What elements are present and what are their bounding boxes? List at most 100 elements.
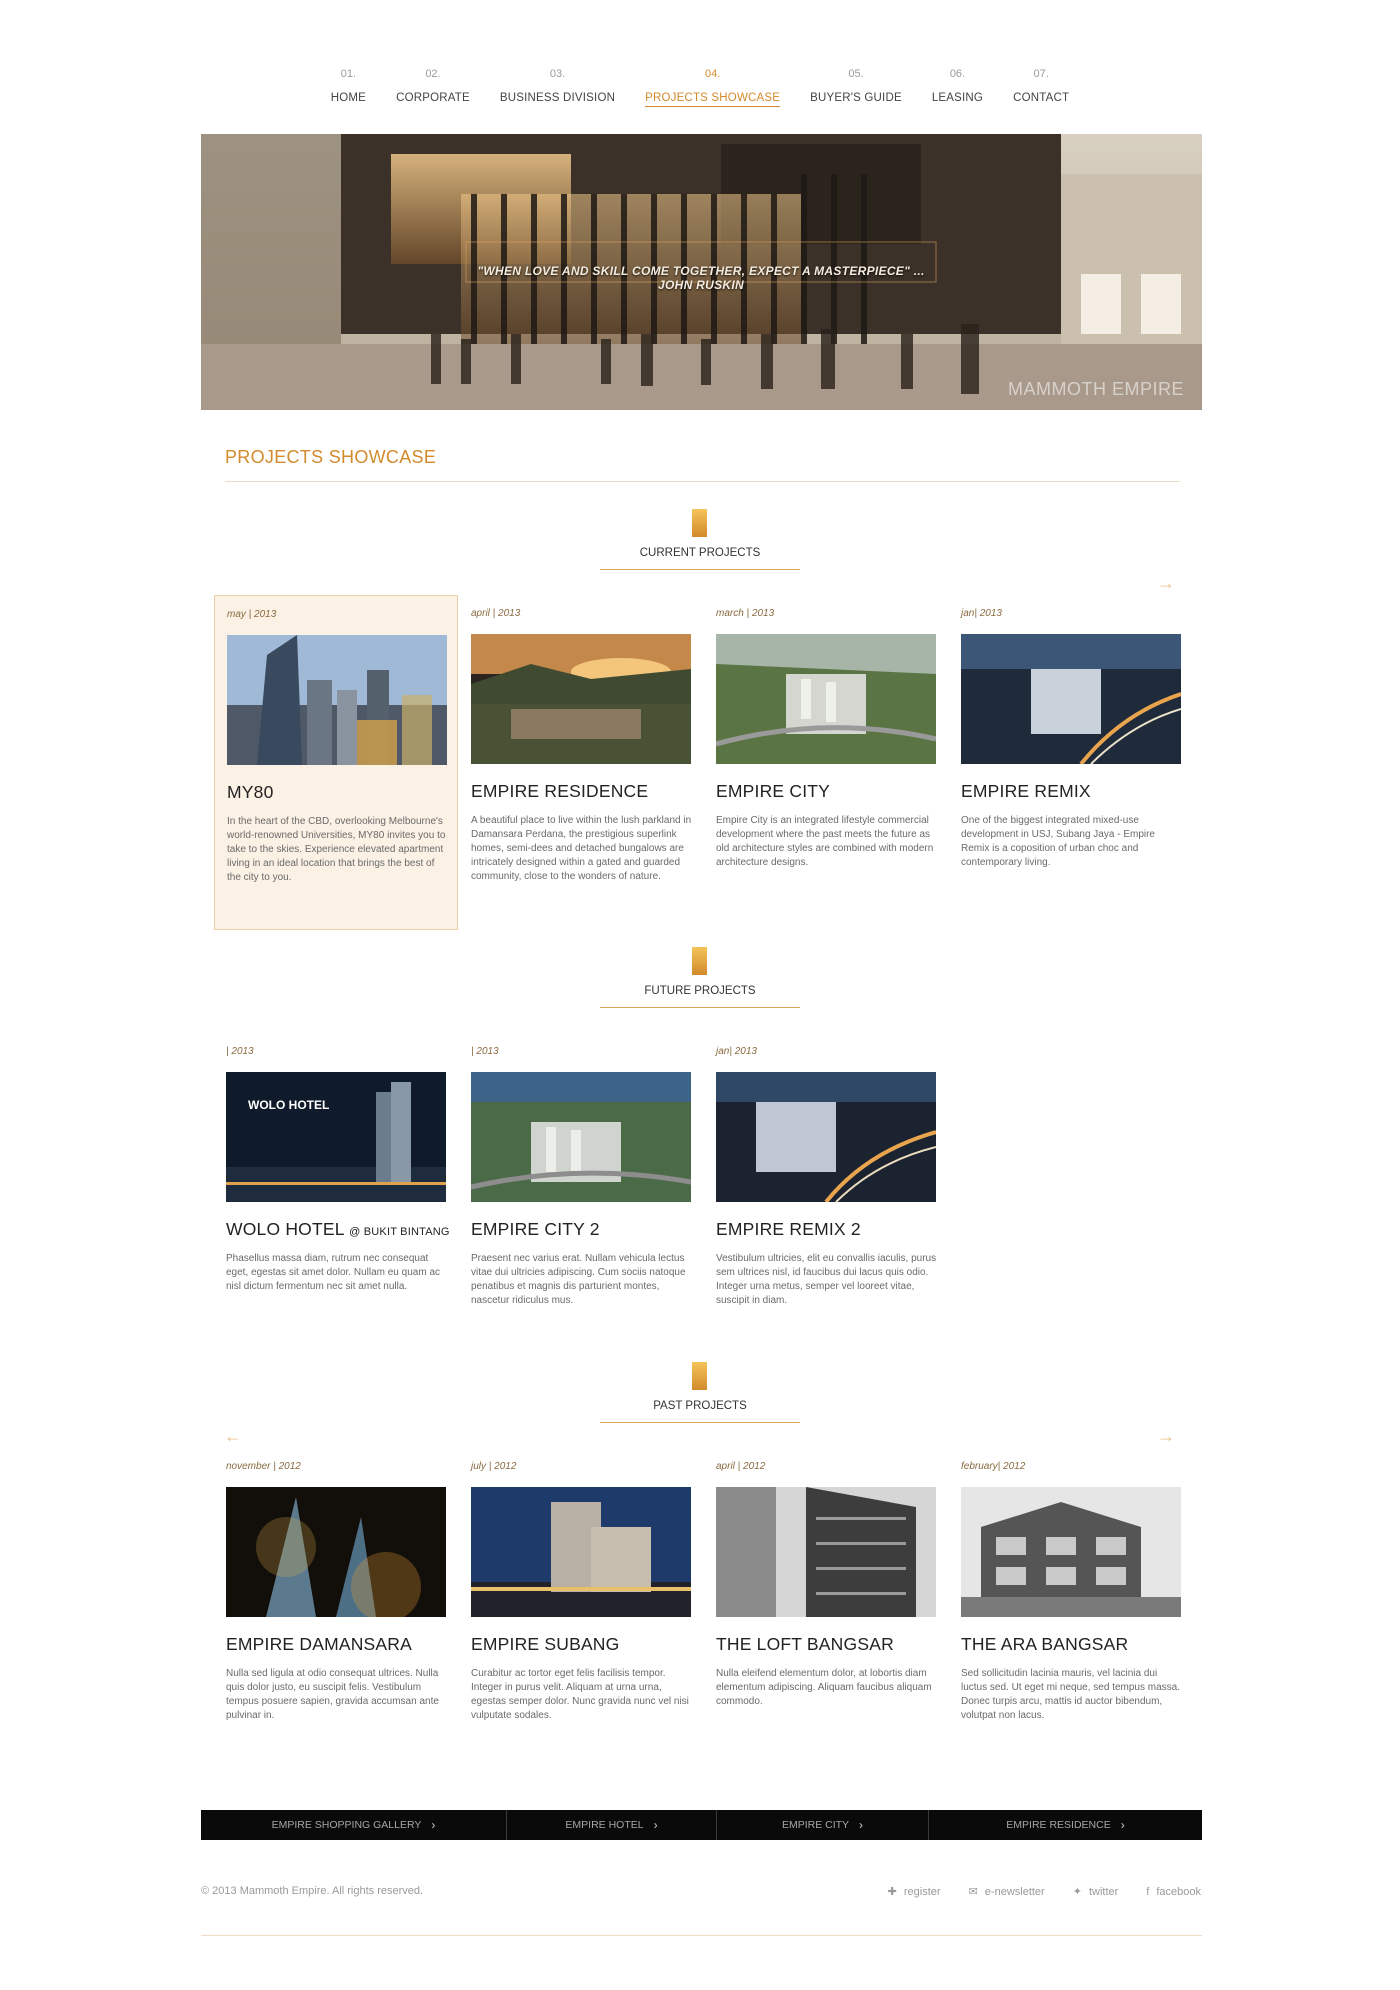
footer-link-label[interactable]: EMPIRE RESIDENCE bbox=[1006, 1819, 1110, 1831]
nav-label[interactable]: CORPORATE bbox=[396, 92, 470, 106]
project-image[interactable] bbox=[961, 1487, 1181, 1617]
prev-arrow-icon[interactable]: ← bbox=[224, 1426, 242, 1447]
project-image[interactable] bbox=[716, 634, 936, 764]
project-date: | 2013 bbox=[471, 1046, 499, 1057]
project-title[interactable]: THE LOFT BANGSAR bbox=[716, 1634, 894, 1655]
project-image[interactable] bbox=[471, 1072, 691, 1202]
project-title-text[interactable]: WOLO HOTEL bbox=[226, 1219, 344, 1239]
nav-item-home[interactable]: 01. HOME bbox=[331, 68, 366, 107]
project-image[interactable] bbox=[961, 634, 1181, 764]
footer-link-label[interactable]: EMPIRE CITY bbox=[782, 1819, 849, 1831]
twitter-link[interactable]: ✦ twitter bbox=[1073, 1885, 1119, 1899]
project-description: Praesent nec varius erat. Nullam vehicul… bbox=[471, 1253, 686, 1306]
project-title[interactable]: EMPIRE RESIDENCE bbox=[471, 781, 648, 802]
project-title-text[interactable]: THE LOFT BANGSAR bbox=[716, 1634, 894, 1654]
project-title-text[interactable]: EMPIRE REMIX 2 bbox=[716, 1219, 861, 1239]
project-image[interactable] bbox=[716, 1072, 936, 1202]
social-label[interactable]: register bbox=[904, 1886, 941, 1898]
project-title[interactable]: MY80 bbox=[227, 782, 274, 803]
project-title[interactable]: EMPIRE REMIX 2 bbox=[716, 1219, 861, 1240]
divider bbox=[600, 569, 800, 570]
project-title-text[interactable]: MY80 bbox=[227, 782, 274, 802]
nav-label[interactable]: CONTACT bbox=[1013, 92, 1069, 106]
footer-link-label[interactable]: EMPIRE HOTEL bbox=[565, 1819, 643, 1831]
project-card-empire-remix[interactable]: jan| 2013 EMPIRE REMIX One of the bigges… bbox=[949, 595, 1193, 930]
project-card-the-loft-bangsar[interactable]: april | 2012 THE LOFT BANGSAR Nulla elei… bbox=[704, 1448, 948, 1783]
nav-item-corporate[interactable]: 02. CORPORATE bbox=[396, 68, 470, 107]
project-title[interactable]: EMPIRE DAMANSARA bbox=[226, 1634, 412, 1655]
section-marker bbox=[692, 947, 707, 975]
project-date: november | 2012 bbox=[226, 1461, 301, 1472]
nav-item-buyers-guide[interactable]: 05. BUYER'S GUIDE bbox=[810, 68, 902, 107]
project-card-empire-city-2[interactable]: | 2013 EMPIRE CITY 2 Praesent nec varius… bbox=[459, 1033, 703, 1368]
project-title-text[interactable]: THE ARA BANGSAR bbox=[961, 1634, 1128, 1654]
nav-label[interactable]: BUYER'S GUIDE bbox=[810, 92, 902, 106]
project-title-text[interactable]: EMPIRE SUBANG bbox=[471, 1634, 619, 1654]
project-card-my80[interactable]: may | 2013 MY80 In the heart of the CBD,… bbox=[214, 595, 458, 930]
project-image[interactable] bbox=[471, 634, 691, 764]
project-title[interactable]: EMPIRE SUBANG bbox=[471, 1634, 619, 1655]
main-nav: 01. HOME 02. CORPORATE 03. BUSINESS DIVI… bbox=[0, 68, 1400, 107]
project-title-text[interactable]: EMPIRE REMIX bbox=[961, 781, 1091, 801]
nav-label[interactable]: PROJECTS SHOWCASE bbox=[645, 92, 781, 107]
project-image[interactable] bbox=[716, 1487, 936, 1617]
project-date: jan| 2013 bbox=[961, 608, 1002, 619]
project-image[interactable] bbox=[227, 635, 447, 765]
project-image[interactable] bbox=[471, 1487, 691, 1617]
nav-label[interactable]: HOME bbox=[331, 92, 366, 106]
project-title[interactable]: EMPIRE CITY bbox=[716, 781, 830, 802]
bw-building-image bbox=[716, 1487, 936, 1617]
nav-item-contact[interactable]: 07. CONTACT bbox=[1013, 68, 1069, 107]
nav-item-business-division[interactable]: 03. BUSINESS DIVISION bbox=[500, 68, 615, 107]
nav-item-projects-showcase[interactable]: 04. PROJECTS SHOWCASE bbox=[645, 68, 781, 107]
project-date: february| 2012 bbox=[961, 1461, 1026, 1472]
chevron-right-icon: › bbox=[653, 1818, 658, 1832]
project-title-text[interactable]: EMPIRE CITY bbox=[716, 781, 830, 801]
register-link[interactable]: ✚ register bbox=[888, 1885, 941, 1899]
project-date: april | 2013 bbox=[471, 608, 521, 619]
next-arrow-icon[interactable]: → bbox=[1157, 573, 1175, 594]
footer-link-empire-hotel[interactable]: EMPIRE HOTEL › bbox=[507, 1810, 717, 1840]
project-title[interactable]: WOLO HOTEL @ BUKIT BINTANG bbox=[226, 1219, 450, 1240]
night-towers-image bbox=[226, 1487, 446, 1617]
facebook-link[interactable]: f facebook bbox=[1146, 1885, 1201, 1898]
project-description: Phasellus massa diam, rutrum nec consequ… bbox=[226, 1253, 441, 1292]
divider bbox=[225, 481, 1180, 482]
project-card-empire-remix-2[interactable]: jan| 2013 EMPIRE REMIX 2 Vestibulum ultr… bbox=[704, 1033, 948, 1368]
project-date: jan| 2013 bbox=[716, 1046, 757, 1057]
footer-link-label[interactable]: EMPIRE SHOPPING GALLERY bbox=[272, 1819, 422, 1831]
nav-label[interactable]: LEASING bbox=[932, 92, 983, 106]
project-title-text[interactable]: EMPIRE RESIDENCE bbox=[471, 781, 648, 801]
e-newsletter-link[interactable]: ✉ e-newsletter bbox=[969, 1885, 1045, 1899]
nav-number: 04. bbox=[704, 68, 721, 80]
project-card-empire-damansara[interactable]: november | 2012 EMPIRE DAMANSARA Nulla s… bbox=[214, 1448, 458, 1783]
project-card-empire-city[interactable]: march | 2013 EMPIRE CITY Empire City is … bbox=[704, 595, 948, 930]
project-card-the-ara-bangsar[interactable]: february| 2012 THE ARA BANGSAR Sed solli… bbox=[949, 1448, 1193, 1783]
hotel-sign: WOLO HOTEL bbox=[248, 1098, 329, 1112]
nav-label[interactable]: BUSINESS DIVISION bbox=[500, 92, 615, 106]
bw-residence-image bbox=[961, 1487, 1181, 1617]
nav-item-leasing[interactable]: 06. LEASING bbox=[932, 68, 983, 107]
project-title-text[interactable]: EMPIRE CITY 2 bbox=[471, 1219, 600, 1239]
social-links: ✚ register ✉ e-newsletter ✦ twitter f facebo… bbox=[888, 1885, 1201, 1899]
chevron-right-icon: › bbox=[859, 1818, 864, 1832]
social-label[interactable]: twitter bbox=[1089, 1886, 1118, 1898]
project-title[interactable]: EMPIRE CITY 2 bbox=[471, 1219, 600, 1240]
project-card-empire-residence[interactable]: april | 2013 EMPIRE RESIDENCE A beautifu… bbox=[459, 595, 703, 930]
footer-link-empire-shopping-gallery[interactable]: EMPIRE SHOPPING GALLERY › bbox=[201, 1810, 507, 1840]
project-image[interactable] bbox=[226, 1487, 446, 1617]
footer-link-empire-residence[interactable]: EMPIRE RESIDENCE › bbox=[929, 1810, 1202, 1840]
project-title-text[interactable]: EMPIRE DAMANSARA bbox=[226, 1634, 412, 1654]
copyright-text: © 2013 Mammoth Empire. All rights reserv… bbox=[201, 1885, 424, 1897]
project-title[interactable]: EMPIRE REMIX bbox=[961, 781, 1091, 802]
social-label[interactable]: e-newsletter bbox=[985, 1886, 1045, 1898]
project-card-wolo-hotel[interactable]: | 2013 WOLO HOTEL WOLO HOTEL @ BUKIT BIN… bbox=[214, 1033, 458, 1368]
social-label[interactable]: facebook bbox=[1156, 1886, 1201, 1898]
chevron-right-icon: › bbox=[1120, 1818, 1125, 1832]
project-image[interactable]: WOLO HOTEL bbox=[226, 1072, 446, 1202]
project-title[interactable]: THE ARA BANGSAR bbox=[961, 1634, 1128, 1655]
footer-link-empire-city[interactable]: EMPIRE CITY › bbox=[717, 1810, 929, 1840]
next-arrow-icon[interactable]: → bbox=[1157, 1426, 1175, 1447]
project-date: may | 2013 bbox=[227, 609, 277, 620]
project-card-empire-subang[interactable]: july | 2012 EMPIRE SUBANG Curabitur ac t… bbox=[459, 1448, 703, 1783]
